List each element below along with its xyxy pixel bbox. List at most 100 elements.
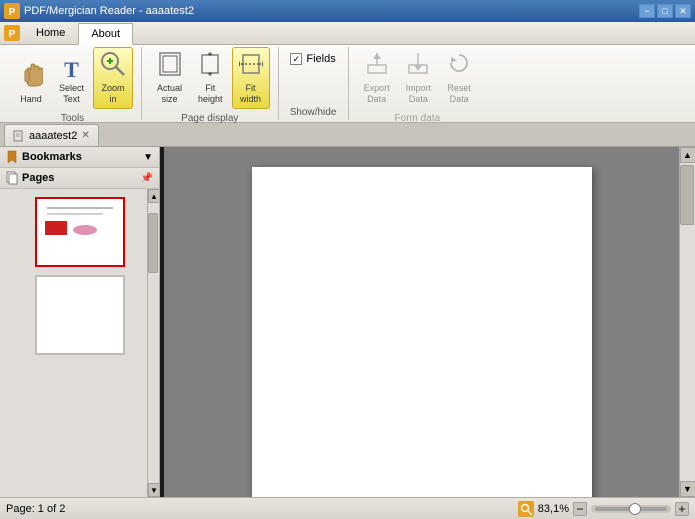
reset-data-icon xyxy=(447,51,471,81)
fields-checkbox-row[interactable]: ✓ Fields xyxy=(290,51,335,67)
fit-width-label: Fitwidth xyxy=(240,83,261,105)
actual-size-label: Actualsize xyxy=(157,83,182,105)
zoom-plus-button[interactable]: + xyxy=(675,502,689,516)
bookmarks-label: Bookmarks xyxy=(22,151,82,163)
pdf-page xyxy=(252,167,592,497)
ribbon-group-showhide: ✓ Fields Show/hide xyxy=(279,47,349,120)
pages-header[interactable]: Pages 📌 xyxy=(0,168,159,189)
tab-bar: aaaatest2 ✕ xyxy=(0,123,695,147)
thumb-2-content xyxy=(37,277,123,353)
sidebar-scrollbar: ▲ ▼ xyxy=(147,189,159,497)
right-scrollbar: ▲ ▼ xyxy=(679,147,695,497)
minimize-button[interactable]: − xyxy=(639,4,655,18)
bookmarks-header[interactable]: Bookmarks ▼ xyxy=(0,147,159,167)
status-bar: Page: 1 of 2 83,1% − + xyxy=(0,497,695,519)
pdf-area: ▲ ▼ xyxy=(164,147,695,497)
select-text-icon: T xyxy=(64,59,79,81)
form-data-items: ExportData ImportData xyxy=(357,47,479,111)
pdf-content[interactable] xyxy=(164,147,679,497)
title-bar-left: P PDF/Mergician Reader - aaaatest2 xyxy=(4,3,194,19)
fields-label: Fields xyxy=(306,53,335,65)
sidebar-scroll-up[interactable]: ▲ xyxy=(148,189,159,203)
pages-icon xyxy=(6,171,18,185)
thumb-1-content xyxy=(37,199,123,265)
tab-about[interactable]: About xyxy=(78,23,133,45)
page-display-label: Page display xyxy=(181,111,238,126)
fit-height-button[interactable]: Fitheight xyxy=(191,47,230,109)
bookmarks-header-left: Bookmarks xyxy=(6,150,82,164)
export-data-label: ExportData xyxy=(364,83,390,105)
actual-size-icon xyxy=(158,51,182,81)
fit-height-icon xyxy=(198,51,222,81)
page-info: Page: 1 of 2 xyxy=(6,503,65,515)
hand-button[interactable]: Hand xyxy=(12,56,50,109)
tab-home[interactable]: Home xyxy=(24,22,78,44)
thumb-line-1 xyxy=(47,207,113,209)
thumb-red-block xyxy=(45,221,67,235)
right-scroll-track xyxy=(680,163,695,481)
zoom-slider[interactable] xyxy=(591,505,671,513)
import-data-icon xyxy=(406,51,430,81)
pages-content: ▲ ▼ xyxy=(0,189,159,497)
svg-text:P: P xyxy=(9,7,16,18)
fit-width-icon xyxy=(239,51,263,81)
thumb-line-2 xyxy=(47,213,103,215)
zoom-slider-thumb[interactable] xyxy=(629,503,641,515)
doc-tab-label: aaaatest2 xyxy=(29,130,77,142)
zoom-in-icon xyxy=(100,51,126,81)
right-scroll-up[interactable]: ▲ xyxy=(680,147,695,163)
ribbon-group-form-data: ExportData ImportData xyxy=(349,47,487,120)
document-tab[interactable]: aaaatest2 ✕ xyxy=(4,124,99,146)
sidebar-scroll-track xyxy=(148,203,159,483)
right-scroll-thumb[interactable] xyxy=(680,165,694,225)
doc-tab-icon xyxy=(13,130,25,142)
fields-checkbox[interactable]: ✓ xyxy=(290,53,302,65)
title-bar: P PDF/Mergician Reader - aaaatest2 − □ ✕ xyxy=(0,0,695,22)
sidebar-scroll-down[interactable]: ▼ xyxy=(148,483,159,497)
ribbon-group-page-display: Actualsize Fitheight xyxy=(142,47,279,120)
right-scroll-down[interactable]: ▼ xyxy=(680,481,695,497)
sidebar: Bookmarks ▼ Pages 📌 xyxy=(0,147,160,497)
page-display-items: Actualsize Fitheight xyxy=(150,47,270,111)
svg-text:P: P xyxy=(9,29,16,40)
actual-size-button[interactable]: Actualsize xyxy=(150,47,189,109)
form-data-label: Form data xyxy=(395,111,441,126)
menu-bar: P Home About xyxy=(0,22,695,45)
close-button[interactable]: ✕ xyxy=(675,4,691,18)
bookmarks-expand-icon: ▼ xyxy=(143,152,153,163)
page-thumb-2[interactable] xyxy=(35,275,125,355)
zoom-minus-button[interactable]: − xyxy=(573,502,587,516)
pages-pin-icon: 📌 xyxy=(141,173,153,184)
sidebar-scroll-thumb[interactable] xyxy=(148,213,158,273)
window-controls: − □ ✕ xyxy=(639,4,691,18)
fit-width-button[interactable]: Fitwidth xyxy=(232,47,270,109)
zoom-value: 83,1% xyxy=(538,503,569,515)
export-data-button[interactable]: ExportData xyxy=(357,47,397,109)
pages-panel: Pages 📌 xyxy=(0,168,159,497)
window-title: PDF/Mergician Reader - aaaatest2 xyxy=(24,5,194,17)
page-thumbnails xyxy=(0,189,159,497)
zoom-in-button[interactable]: Zoomin xyxy=(93,47,133,109)
reset-data-button[interactable]: ResetData xyxy=(440,47,478,109)
bookmarks-icon xyxy=(6,150,18,164)
thumb-pink-oval xyxy=(73,225,97,235)
select-text-label: SelectText xyxy=(59,83,84,105)
doc-tab-close[interactable]: ✕ xyxy=(81,130,89,141)
import-data-button[interactable]: ImportData xyxy=(399,47,439,109)
ribbon-group-tools: Hand T SelectText Zoomin Tools xyxy=(4,47,142,120)
main-area: Bookmarks ▼ Pages 📌 xyxy=(0,147,695,497)
showhide-label: Show/hide xyxy=(290,105,337,120)
status-right: 83,1% − + xyxy=(518,501,689,517)
zoom-icon xyxy=(518,501,534,517)
export-data-icon xyxy=(365,51,389,81)
app-icon: P xyxy=(4,3,20,19)
bookmarks-section: Bookmarks ▼ xyxy=(0,147,159,168)
pages-header-left: Pages xyxy=(6,171,54,185)
page-thumb-1[interactable] xyxy=(35,197,125,267)
hand-label: Hand xyxy=(20,94,42,105)
ribbon: Hand T SelectText Zoomin Tools xyxy=(0,45,695,123)
maximize-button[interactable]: □ xyxy=(657,4,673,18)
select-text-button[interactable]: T SelectText xyxy=(52,55,91,109)
app-menu-icon[interactable]: P xyxy=(4,25,20,41)
fit-height-label: Fitheight xyxy=(198,83,223,105)
